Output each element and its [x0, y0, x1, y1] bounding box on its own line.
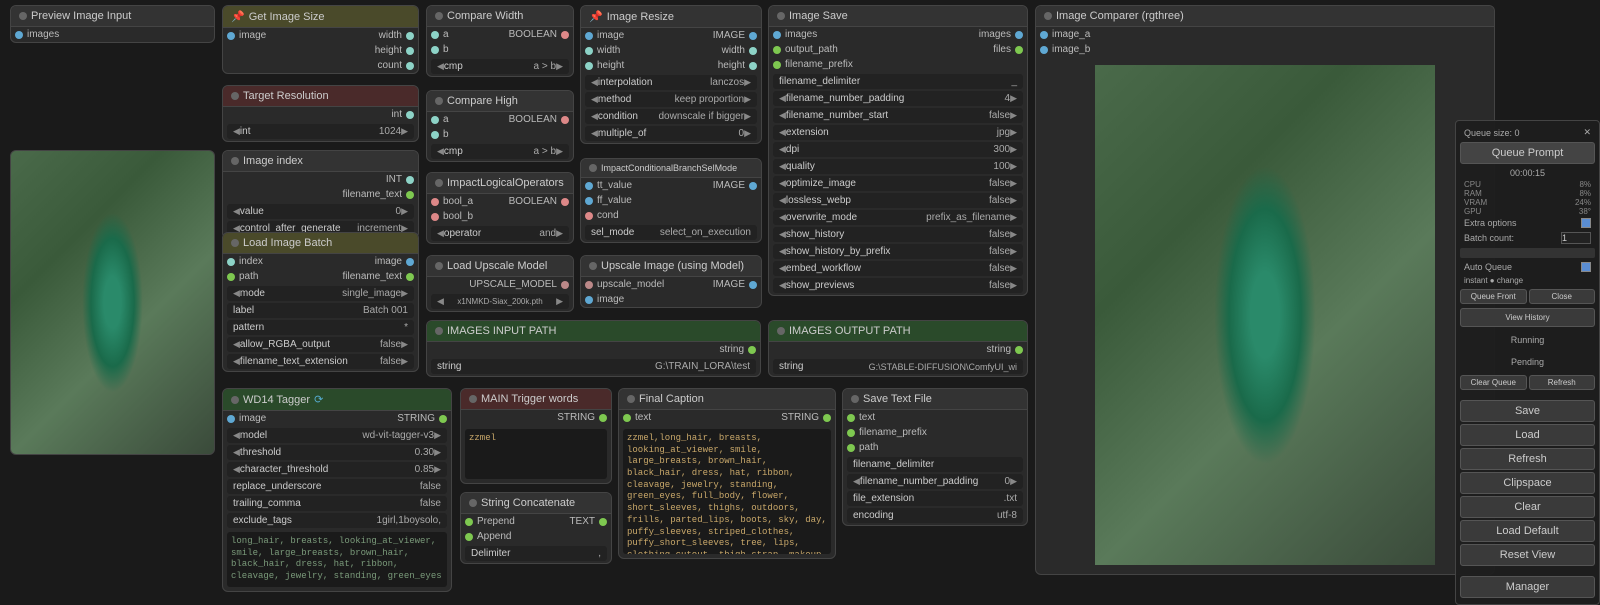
load-button[interactable]: Load: [1460, 424, 1595, 446]
batch-slider[interactable]: [1460, 248, 1595, 258]
clipspace-button[interactable]: Clipspace: [1460, 472, 1595, 494]
manager-button[interactable]: Manager: [1460, 576, 1595, 598]
queue-prompt-button[interactable]: Queue Prompt: [1460, 142, 1595, 164]
node-target-res[interactable]: Target Resolution int ◀int1024▶: [222, 85, 419, 142]
close-button[interactable]: Close: [1529, 289, 1596, 304]
node-images-output[interactable]: IMAGES OUTPUT PATH string stringG:\STABL…: [768, 320, 1028, 377]
node-preview-input[interactable]: Preview Image Input images: [10, 5, 215, 43]
node-str-concat[interactable]: String Concatenate PrependTEXT Append De…: [460, 492, 612, 564]
control-panel[interactable]: Queue size: 0✕ Queue Prompt 00:00:15 CPU…: [1455, 120, 1600, 605]
node-branch[interactable]: ImpactConditionalBranchSelMode tt_valueI…: [580, 158, 762, 243]
refresh-button[interactable]: Refresh: [1460, 448, 1595, 470]
node-get-size[interactable]: 📌Get Image Size imagewidth height count: [222, 5, 419, 74]
refresh-queue-button[interactable]: Refresh: [1529, 375, 1596, 390]
node-logic[interactable]: ImpactLogicalOperators bool_aBOOLEAN boo…: [426, 172, 574, 244]
auto-queue-checkbox[interactable]: [1581, 262, 1591, 272]
queue-front-button[interactable]: Queue Front: [1460, 289, 1527, 304]
node-compare-h[interactable]: Compare High aBOOLEAN b ◀cmpa > b▶: [426, 90, 574, 162]
pin-icon: 📌: [231, 10, 245, 23]
clear-button[interactable]: Clear: [1460, 496, 1595, 518]
close-icon[interactable]: ✕: [1583, 127, 1591, 138]
preview-image-left: [10, 150, 215, 455]
node-resize[interactable]: 📌Image Resize imageIMAGE widthwidth heig…: [580, 5, 762, 144]
node-upscale-img[interactable]: Upscale Image (using Model) upscale_mode…: [580, 255, 762, 308]
view-history-button[interactable]: View History: [1460, 308, 1595, 327]
comparer-image: [1095, 65, 1435, 565]
node-load-upscale[interactable]: Load Upscale Model UPSCALE_MODEL ◀x1NMKD…: [426, 255, 574, 312]
node-compare-w[interactable]: Compare Width aBOOLEAN b ◀cmpa > b▶: [426, 5, 574, 77]
save-button[interactable]: Save: [1460, 400, 1595, 422]
int-widget[interactable]: ◀int1024▶: [227, 124, 414, 139]
node-wd14[interactable]: WD14 Tagger⟳ imageSTRING ◀modelwd-vit-ta…: [222, 388, 452, 592]
node-images-input[interactable]: IMAGES INPUT PATH string stringG:\TRAIN_…: [426, 320, 761, 377]
reset-view-button[interactable]: Reset View: [1460, 544, 1595, 566]
wd14-output: long_hair, breasts, looking_at_viewer, s…: [227, 532, 447, 587]
node-title: Preview Image Input: [31, 10, 131, 22]
node-final-caption[interactable]: Final Caption textSTRING zzmel,long_hair…: [618, 388, 836, 559]
extra-options-checkbox[interactable]: [1581, 218, 1591, 228]
batch-count-input[interactable]: [1561, 232, 1591, 244]
node-image-index[interactable]: Image index INT filename_text ◀value0▶ ◀…: [222, 150, 419, 239]
node-main-trigger[interactable]: MAIN Trigger words STRING zzmel: [460, 388, 612, 484]
load-default-button[interactable]: Load Default: [1460, 520, 1595, 542]
node-save[interactable]: Image Save imagesimages output_pathfiles…: [768, 5, 1028, 296]
pin-icon: 📌: [589, 10, 603, 23]
node-save-text[interactable]: Save Text File text filename_prefix path…: [842, 388, 1028, 526]
refresh-icon: ⟳: [314, 393, 323, 406]
clear-queue-button[interactable]: Clear Queue: [1460, 375, 1527, 390]
node-load-batch[interactable]: Load Image Batch indeximage pathfilename…: [222, 232, 419, 372]
node-comparer[interactable]: Image Comparer (rgthree) image_a image_b: [1035, 5, 1495, 575]
